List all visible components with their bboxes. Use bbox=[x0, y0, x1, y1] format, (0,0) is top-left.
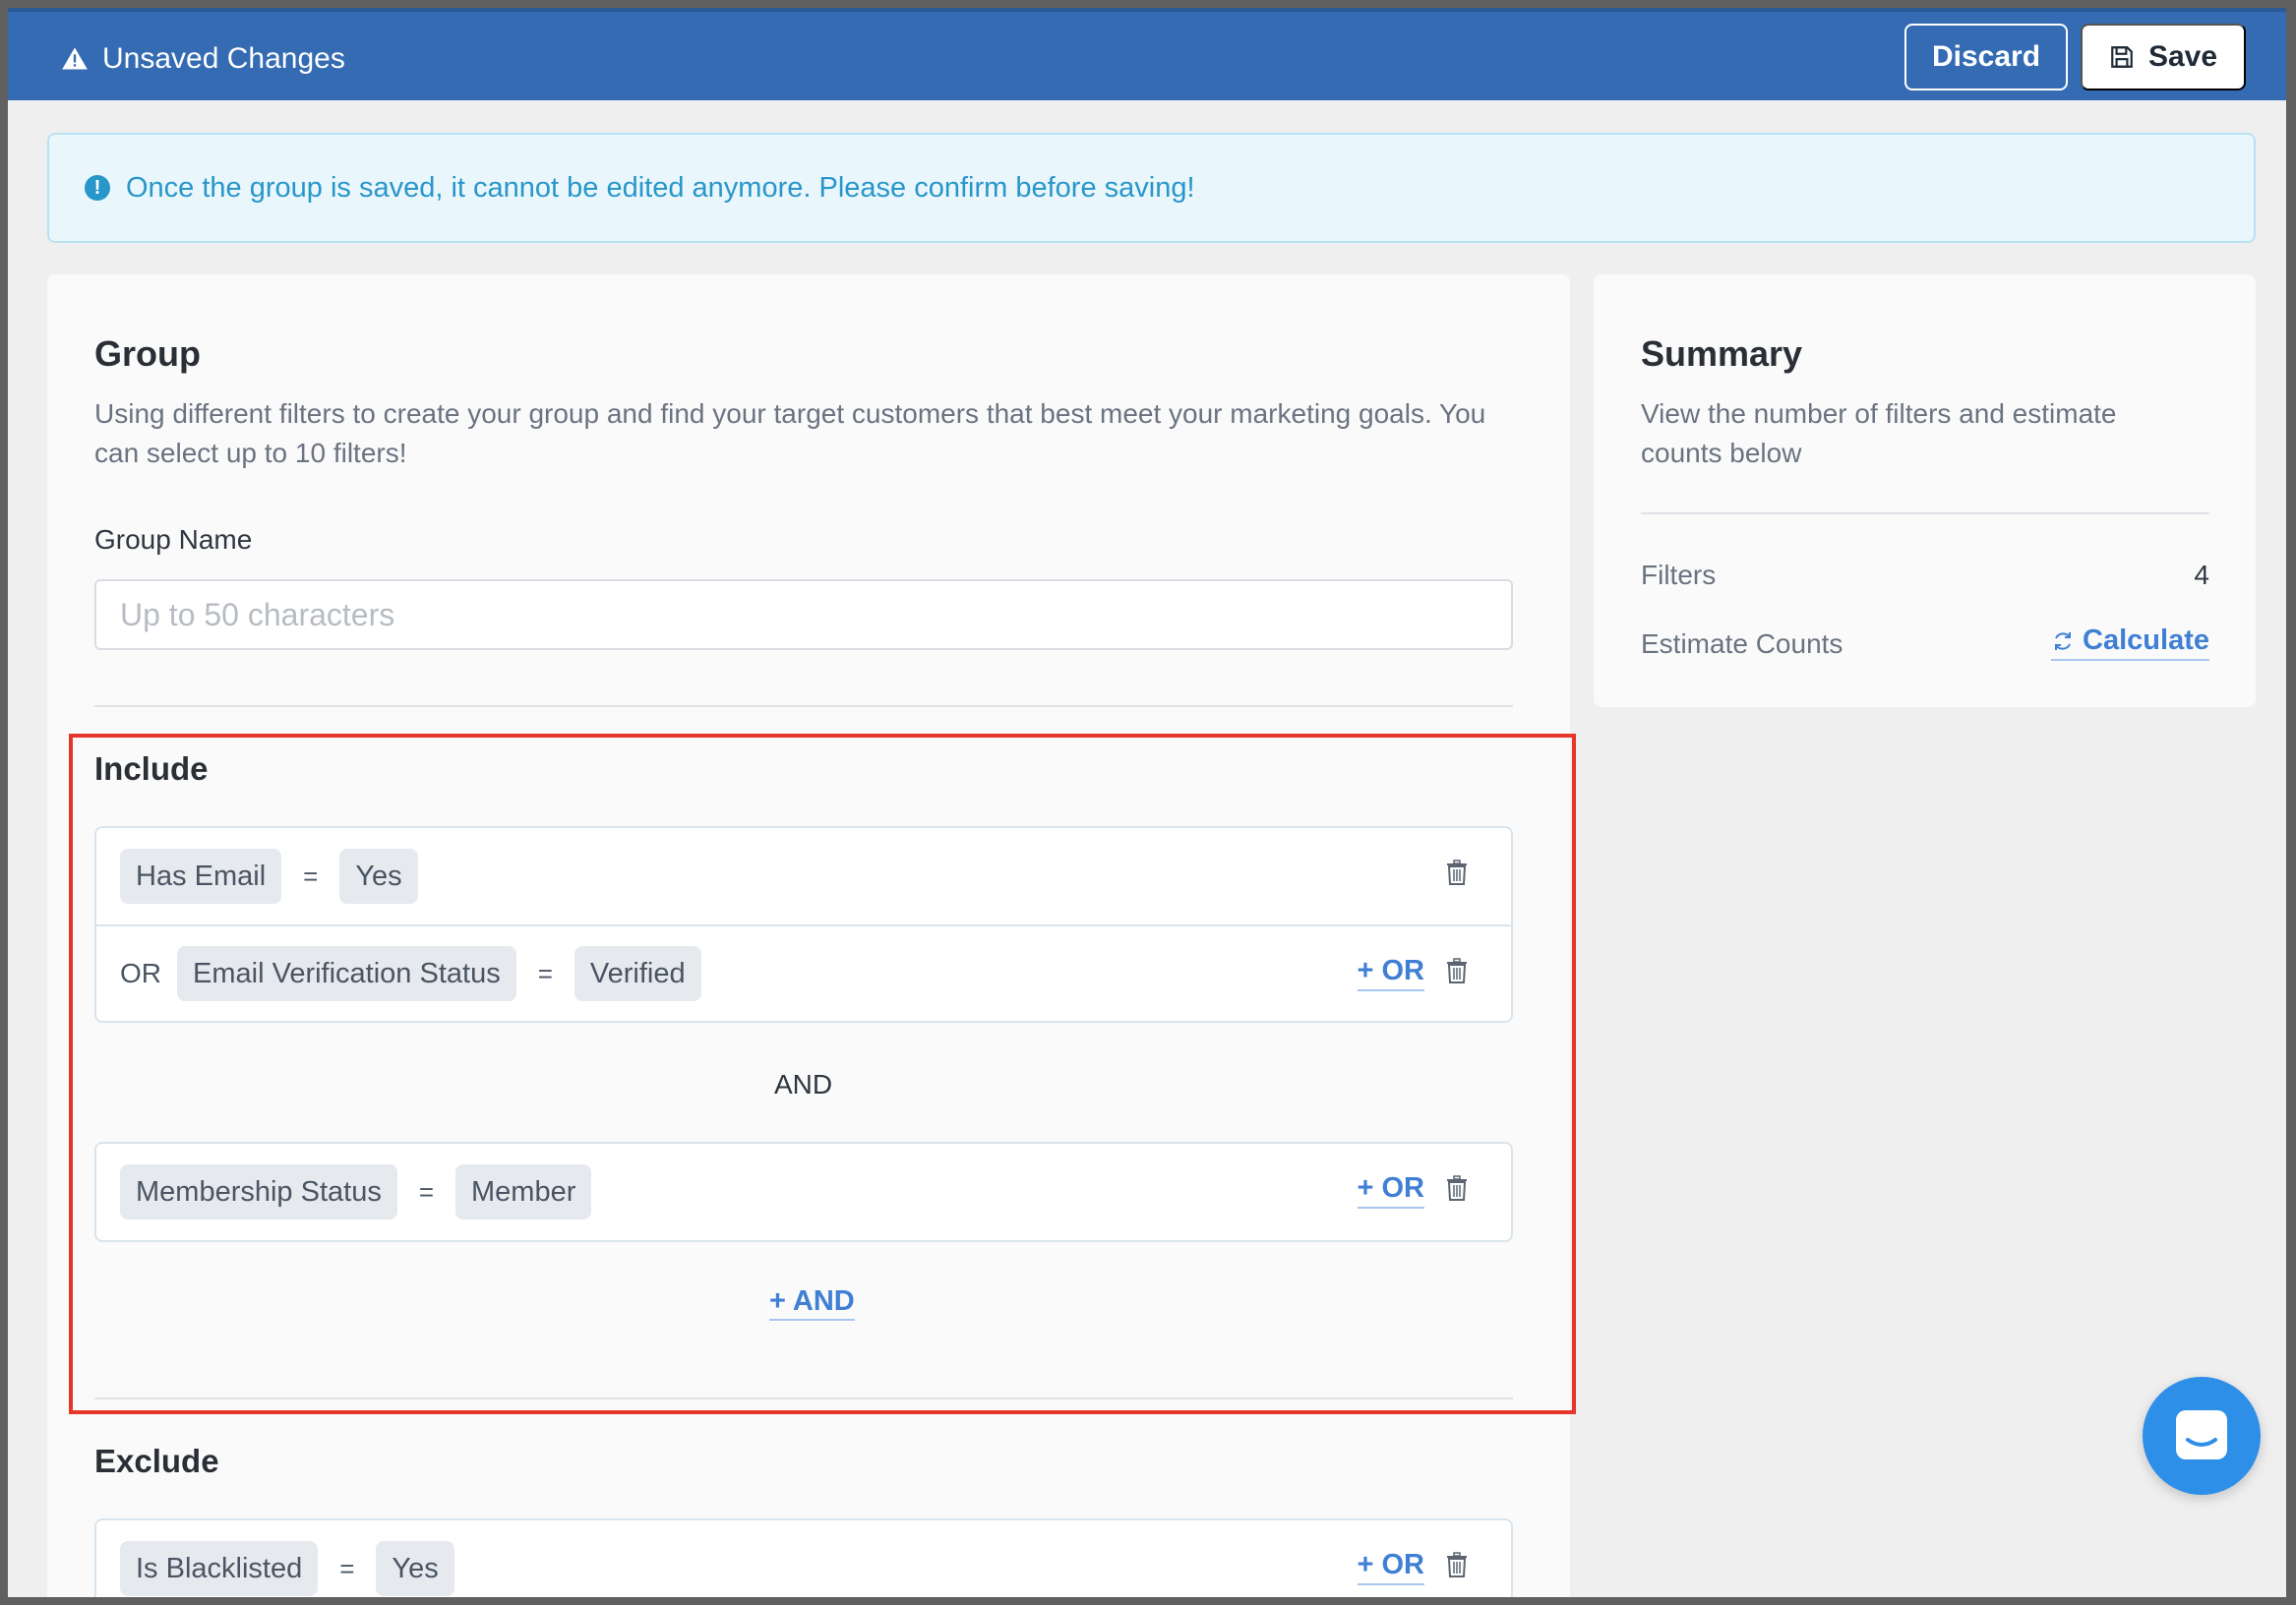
filter-field-chip[interactable]: Email Verification Status bbox=[177, 946, 516, 1001]
or-connector: OR bbox=[120, 958, 161, 988]
filters-count-row: Filters 4 bbox=[1641, 560, 2209, 591]
summary-card: Summary View the number of filters and e… bbox=[1594, 274, 2256, 707]
filter-field-chip[interactable]: Is Blacklisted bbox=[120, 1541, 319, 1596]
filter-row: Has Email = Yes bbox=[96, 828, 1511, 924]
group-card: Group Using different filters to create … bbox=[47, 274, 1570, 1597]
divider bbox=[94, 1397, 1513, 1399]
group-description: Using different filters to create your g… bbox=[94, 398, 1486, 468]
add-or-button[interactable]: + OR bbox=[1357, 954, 1424, 991]
trash-icon[interactable] bbox=[1446, 1175, 1468, 1201]
estimate-counts-label: Estimate Counts bbox=[1641, 628, 1843, 659]
add-and-button[interactable]: + AND bbox=[769, 1283, 855, 1321]
trash-icon[interactable] bbox=[1446, 958, 1468, 983]
filter-row: Membership Status = Member + OR bbox=[96, 1144, 1511, 1240]
filter-value-chip[interactable]: Yes bbox=[376, 1541, 454, 1596]
refresh-icon bbox=[2055, 631, 2072, 650]
filter-value-chip[interactable]: Verified bbox=[574, 946, 701, 1001]
filter-field-chip[interactable]: Has Email bbox=[120, 849, 282, 904]
discard-button[interactable]: Discard bbox=[1904, 24, 2068, 90]
include-title: Include bbox=[94, 750, 209, 787]
summary-title: Summary bbox=[1641, 333, 1803, 374]
filter-row: Is Blacklisted = Yes + OR bbox=[96, 1520, 1511, 1597]
exclude-filter-group-1: Is Blacklisted = Yes + OR bbox=[94, 1518, 1513, 1597]
trash-icon[interactable] bbox=[1446, 1552, 1468, 1577]
calculate-button[interactable]: Calculate bbox=[2051, 624, 2209, 661]
group-name-label: Group Name bbox=[94, 524, 253, 555]
filter-value-chip[interactable]: Yes bbox=[339, 849, 418, 904]
filter-value-chip[interactable]: Member bbox=[455, 1164, 592, 1219]
and-connector: AND bbox=[774, 1069, 833, 1100]
divider bbox=[1641, 512, 2209, 514]
alert-text: Once the group is saved, it cannot be ed… bbox=[126, 171, 1195, 204]
add-or-button[interactable]: + OR bbox=[1357, 1171, 1424, 1209]
filter-field-chip[interactable]: Membership Status bbox=[120, 1164, 397, 1219]
save-button[interactable]: Save bbox=[2081, 24, 2246, 90]
info-circle-icon: ! bbox=[85, 175, 110, 201]
save-button-label: Save bbox=[2147, 40, 2218, 73]
filter-operator: = bbox=[418, 1176, 435, 1207]
save-warning-alert: ! Once the group is saved, it cannot be … bbox=[47, 133, 2256, 243]
summary-description: View the number of filters and estimate … bbox=[1641, 398, 2117, 468]
filters-label: Filters bbox=[1641, 560, 1717, 590]
filters-count: 4 bbox=[2194, 560, 2209, 590]
filter-row: OR Email Verification Status = Verified … bbox=[96, 924, 1511, 1021]
calculate-label: Calculate bbox=[2083, 624, 2209, 656]
unsaved-status-text: Unsaved Changes bbox=[102, 42, 345, 75]
include-filter-group-2: Membership Status = Member + OR bbox=[94, 1142, 1513, 1242]
app-window: Unsaved Changes Discard Save ! Once the … bbox=[8, 8, 2286, 1597]
group-title: Group bbox=[94, 333, 201, 374]
floppy-disk-icon bbox=[2111, 46, 2133, 68]
chat-icon bbox=[2176, 1410, 2227, 1459]
chat-launcher-button[interactable] bbox=[2143, 1377, 2261, 1495]
divider bbox=[94, 705, 1513, 707]
group-name-input[interactable] bbox=[94, 579, 1513, 650]
warning-triangle-icon bbox=[62, 47, 88, 70]
exclude-title: Exclude bbox=[94, 1443, 219, 1479]
filter-operator: = bbox=[303, 861, 319, 891]
add-or-button[interactable]: + OR bbox=[1357, 1548, 1424, 1585]
trash-icon[interactable] bbox=[1446, 860, 1468, 885]
unsaved-changes-bar: Unsaved Changes Discard Save bbox=[8, 8, 2286, 100]
filter-operator: = bbox=[339, 1553, 355, 1583]
include-filter-group-1: Has Email = Yes OR Email Verification St… bbox=[94, 826, 1513, 1023]
estimate-counts-row: Estimate Counts Calculate bbox=[1641, 624, 2209, 661]
filter-operator: = bbox=[537, 958, 553, 988]
unsaved-status: Unsaved Changes bbox=[61, 39, 345, 79]
